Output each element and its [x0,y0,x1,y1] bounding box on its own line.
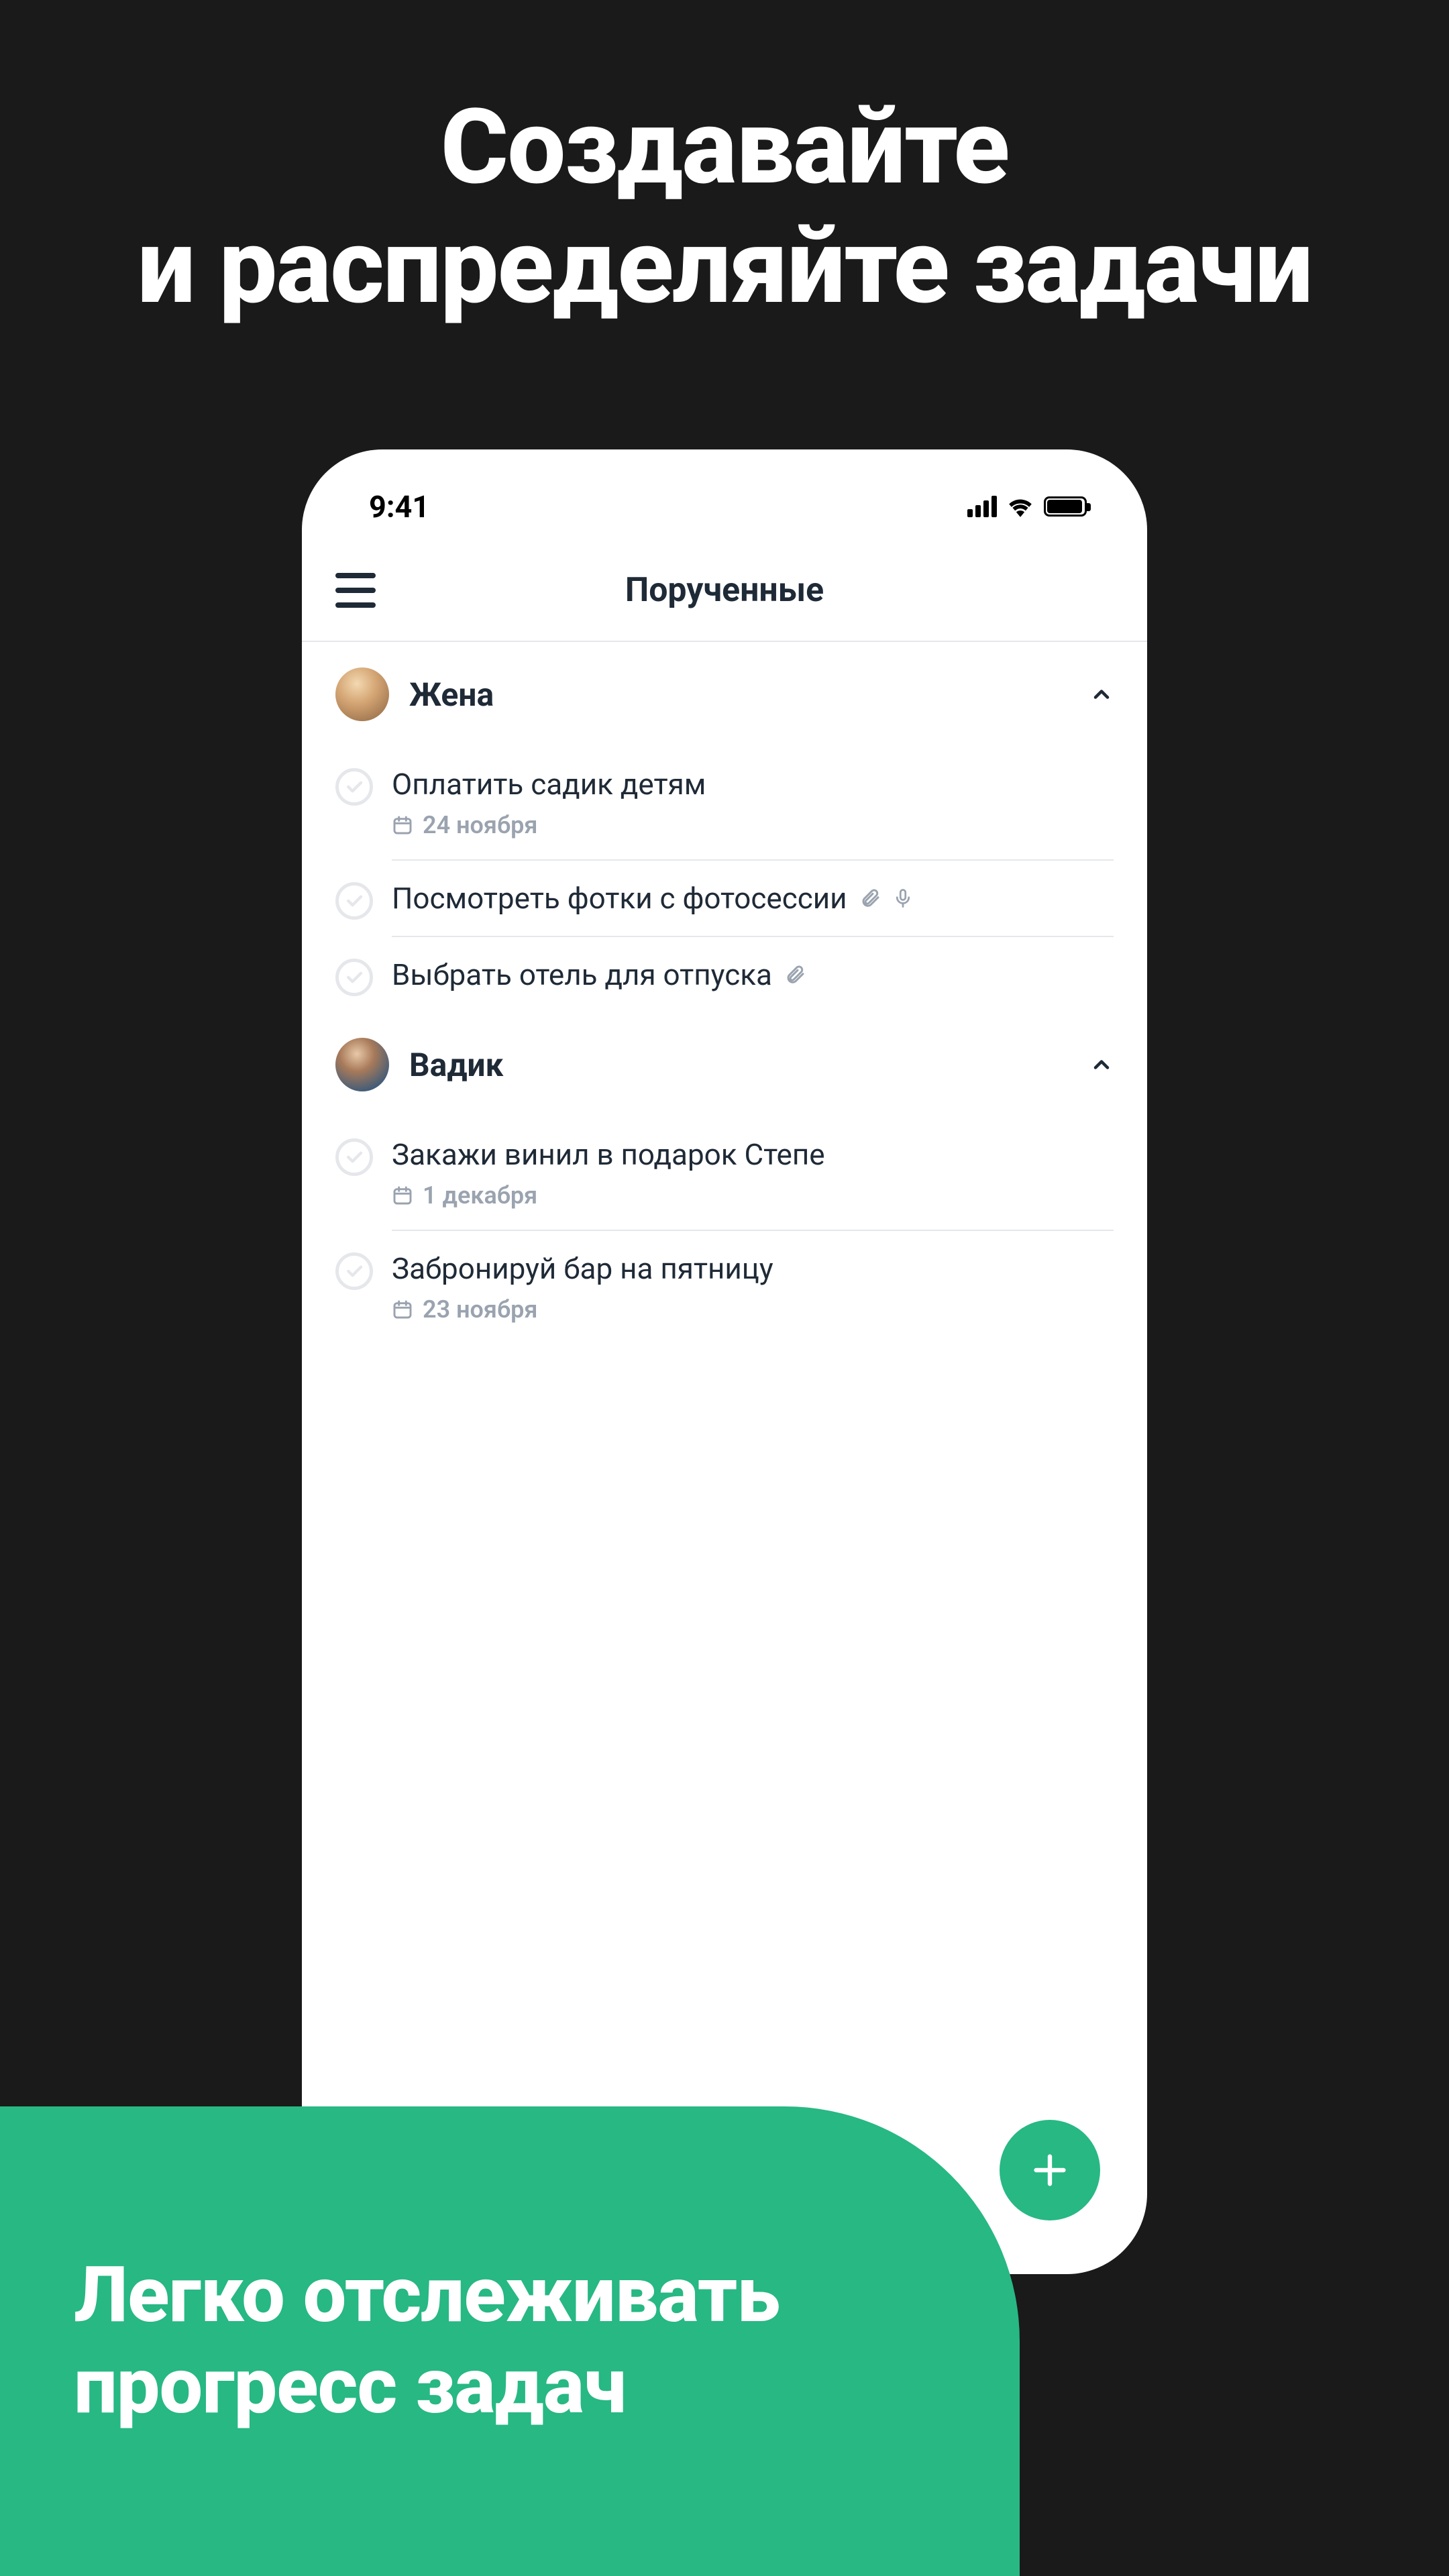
task-title: Выбрать отель для отпуска [392,957,772,992]
chevron-up-icon [1089,682,1114,706]
wifi-icon [1006,496,1034,517]
page-title: Порученные [335,571,1114,610]
task-date: 1 декабря [423,1181,537,1210]
task-meta: 23 ноября [392,1295,1114,1324]
task-item[interactable]: Закажи винил в подарок Степе 1 декабря [302,1117,1147,1231]
add-task-button[interactable] [1000,2120,1100,2220]
promo-headline-line1: Создавайте [0,87,1449,207]
task-checkbox[interactable] [335,882,373,920]
task-body: Оплатить садик детям 24 ноября [392,767,1114,861]
task-meta: 24 ноября [392,811,1114,839]
task-body: Выбрать отель для отпуска [392,957,1114,1012]
section-name: Вадик [409,1046,1069,1084]
task-checkbox[interactable] [335,1252,373,1290]
task-item[interactable]: Оплатить садик детям 24 ноября [302,747,1147,861]
task-list-vadik: Закажи винил в подарок Степе 1 декабря З… [302,1117,1147,1344]
banner-line1: Легко отслеживать [74,2250,780,2341]
task-body: Посмотреть фотки с фотосессии [392,881,1114,937]
task-checkbox[interactable] [335,768,373,806]
task-date: 23 ноября [423,1295,537,1324]
calendar-icon [392,1185,413,1206]
task-item[interactable]: Забронируй бар на пятницу 23 ноября [302,1231,1147,1344]
promo-headline: Создавайте и распределяйте задачи [0,0,1449,327]
banner-line2: прогресс задач [74,2341,780,2432]
task-date: 24 ноября [423,811,537,839]
microphone-icon [893,887,913,910]
calendar-icon [392,1299,413,1320]
phone-mockup: 9:41 Порученные Жена [302,449,1147,2274]
task-title: Оплатить садик детям [392,767,706,802]
promo-banner: Легко отслеживать прогресс задач [0,2106,1020,2576]
paperclip-icon [784,964,806,985]
promo-banner-text: Легко отслеживать прогресс задач [74,2250,780,2432]
section-header-wife[interactable]: Жена [302,642,1147,747]
status-icons [967,496,1087,517]
task-title: Забронируй бар на пятницу [392,1251,773,1286]
avatar [335,1038,389,1091]
task-checkbox[interactable] [335,1138,373,1176]
paperclip-icon [859,888,881,909]
calendar-icon [392,814,413,836]
status-time: 9:41 [369,489,429,525]
nav-bar: Порученные [302,547,1147,641]
task-item[interactable]: Посмотреть фотки с фотосессии [302,861,1147,937]
task-title: Посмотреть фотки с фотосессии [392,881,847,916]
status-bar: 9:41 [302,466,1147,547]
battery-icon [1044,496,1087,517]
task-item[interactable]: Выбрать отель для отпуска [302,937,1147,1012]
cellular-signal-icon [967,496,997,517]
section-name: Жена [409,676,1069,714]
task-title: Закажи винил в подарок Степе [392,1137,825,1172]
section-header-vadik[interactable]: Вадик [302,1012,1147,1117]
task-body: Закажи винил в подарок Степе 1 декабря [392,1137,1114,1231]
task-body: Забронируй бар на пятницу 23 ноября [392,1251,1114,1344]
task-checkbox[interactable] [335,959,373,996]
chevron-up-icon [1089,1053,1114,1077]
promo-headline-line2: и распределяйте задачи [0,207,1449,326]
task-list-wife: Оплатить садик детям 24 ноября Посмотрет… [302,747,1147,1012]
avatar [335,667,389,721]
task-meta: 1 декабря [392,1181,1114,1210]
